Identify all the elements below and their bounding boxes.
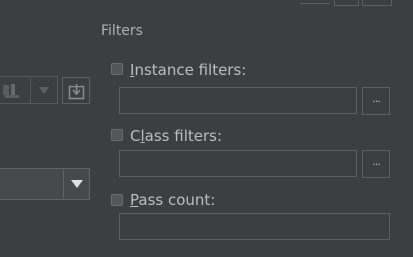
combo-divider [63,170,64,198]
disabled-combo-arrow-button[interactable] [30,76,58,104]
more-icon: ... [372,92,380,105]
import-icon [68,83,85,100]
top-action-button-2[interactable] [362,0,392,6]
class-filters-field[interactable] [119,150,357,177]
dropdown-arrow-icon [39,87,49,94]
filters-title: Filters [101,23,143,39]
class-filters-more-button[interactable]: ... [362,150,390,178]
instance-filters-more-button[interactable]: ... [362,87,390,115]
pass-count-checkbox[interactable] [111,194,123,206]
instance-filters-label[interactable]: Instance filters: [130,61,246,79]
more-icon: ... [372,155,380,168]
import-button[interactable] [62,77,90,104]
top-field-edge [300,0,330,4]
dropdown-arrow-icon[interactable] [71,180,83,188]
class-filters-label[interactable]: Class filters: [130,127,222,145]
top-action-button-1[interactable] [334,0,359,6]
label-text: ass count: [138,191,216,209]
pass-count-field[interactable] [119,213,390,240]
label-text: nstance filters: [134,61,247,79]
pass-count-label[interactable]: Pass count: [130,191,215,209]
instance-filters-checkbox[interactable] [111,63,123,75]
label-text: ass filters: [144,127,223,145]
label-prefix: C [130,127,141,145]
instance-filters-field[interactable] [119,87,357,114]
blurred-icon [3,84,19,98]
class-filters-checkbox[interactable] [111,129,123,141]
